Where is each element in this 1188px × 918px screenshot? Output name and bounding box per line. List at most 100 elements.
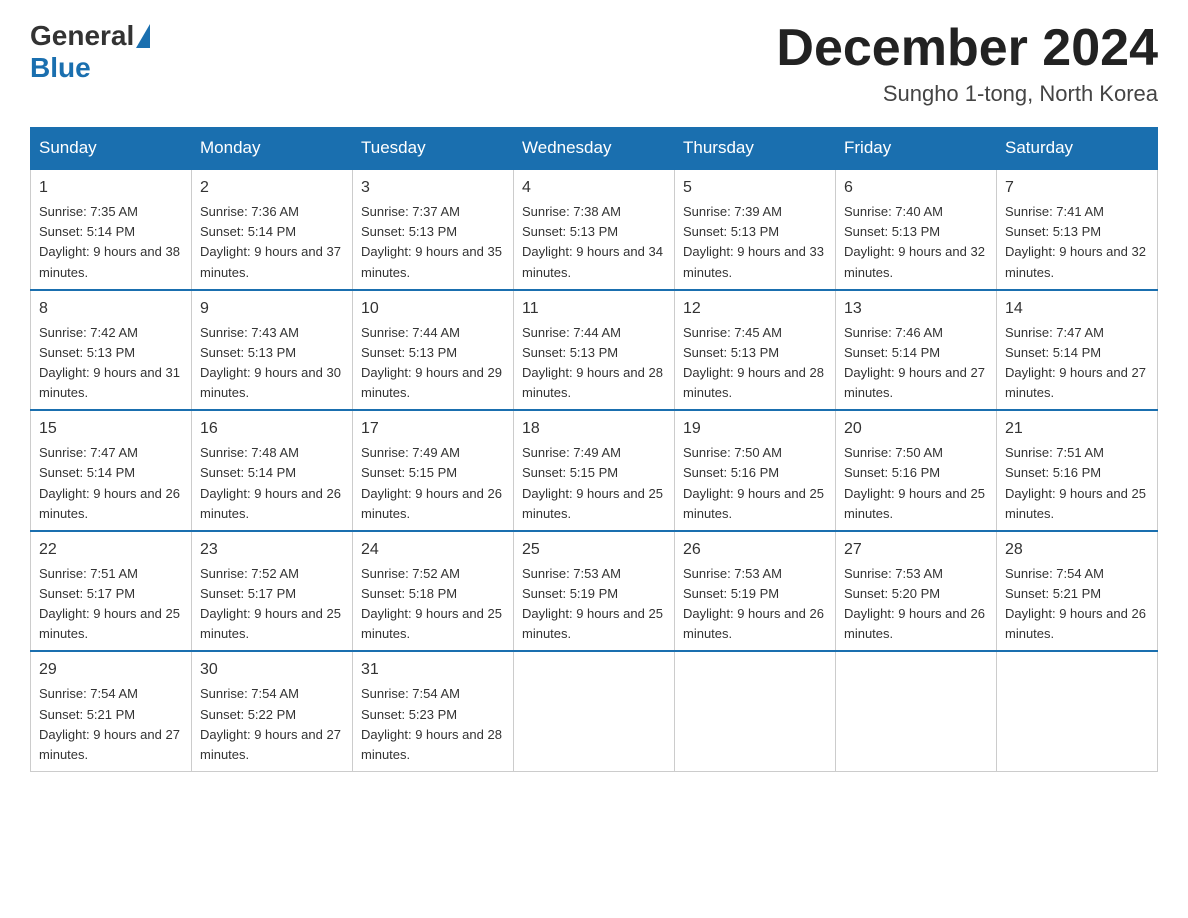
day-number: 31 (361, 658, 505, 682)
week-row-5: 29 Sunrise: 7:54 AMSunset: 5:21 PMDayligh… (31, 651, 1158, 771)
table-row: 22 Sunrise: 7:51 AMSunset: 5:17 PMDayligh… (31, 531, 192, 652)
day-number: 12 (683, 297, 827, 321)
cell-content: Sunrise: 7:53 AMSunset: 5:19 PMDaylight:… (683, 566, 824, 641)
day-number: 13 (844, 297, 988, 321)
logo: General Blue (30, 20, 152, 84)
cell-content: Sunrise: 7:41 AMSunset: 5:13 PMDaylight:… (1005, 204, 1146, 279)
day-number: 5 (683, 176, 827, 200)
cell-content: Sunrise: 7:38 AMSunset: 5:13 PMDaylight:… (522, 204, 663, 279)
day-number: 14 (1005, 297, 1149, 321)
table-row: 24Sunrise: 7:52 AMSunset: 5:18 PMDayligh… (353, 531, 514, 652)
day-number: 15 (39, 417, 183, 441)
cell-content: Sunrise: 7:44 AMSunset: 5:13 PMDaylight:… (522, 325, 663, 400)
calendar-header: SundayMondayTuesdayWednesdayThursdayFrid… (31, 128, 1158, 170)
cell-content: Sunrise: 7:42 AMSunset: 5:13 PMDaylight:… (39, 325, 180, 400)
cell-content: Sunrise: 7:53 AMSunset: 5:20 PMDaylight:… (844, 566, 985, 641)
table-row (997, 651, 1158, 771)
table-row: 9 Sunrise: 7:43 AMSunset: 5:13 PMDaylight… (192, 290, 353, 411)
cell-content: Sunrise: 7:48 AMSunset: 5:14 PMDaylight:… (200, 445, 341, 520)
cell-content: Sunrise: 7:51 AMSunset: 5:16 PMDaylight:… (1005, 445, 1146, 520)
cell-content: Sunrise: 7:51 AMSunset: 5:17 PMDaylight:… (39, 566, 180, 641)
cell-content: Sunrise: 7:47 AMSunset: 5:14 PMDaylight:… (39, 445, 180, 520)
calendar-body: 1 Sunrise: 7:35 AMSunset: 5:14 PMDaylight… (31, 169, 1158, 771)
cell-content: Sunrise: 7:37 AMSunset: 5:13 PMDaylight:… (361, 204, 502, 279)
day-number: 2 (200, 176, 344, 200)
week-row-2: 8 Sunrise: 7:42 AMSunset: 5:13 PMDaylight… (31, 290, 1158, 411)
header-row: SundayMondayTuesdayWednesdayThursdayFrid… (31, 128, 1158, 170)
logo-blue-text: Blue (30, 52, 91, 84)
cell-content: Sunrise: 7:35 AMSunset: 5:14 PMDaylight:… (39, 204, 180, 279)
cell-content: Sunrise: 7:47 AMSunset: 5:14 PMDaylight:… (1005, 325, 1146, 400)
table-row: 19 Sunrise: 7:50 AMSunset: 5:16 PMDayligh… (675, 410, 836, 531)
table-row: 23 Sunrise: 7:52 AMSunset: 5:17 PMDayligh… (192, 531, 353, 652)
day-number: 4 (522, 176, 666, 200)
day-number: 29 (39, 658, 183, 682)
day-number: 28 (1005, 538, 1149, 562)
table-row: 16Sunrise: 7:48 AMSunset: 5:14 PMDayligh… (192, 410, 353, 531)
table-row: 21Sunrise: 7:51 AMSunset: 5:16 PMDayligh… (997, 410, 1158, 531)
cell-content: Sunrise: 7:54 AMSunset: 5:21 PMDaylight:… (1005, 566, 1146, 641)
day-number: 11 (522, 297, 666, 321)
day-number: 19 (683, 417, 827, 441)
day-number: 1 (39, 176, 183, 200)
day-number: 18 (522, 417, 666, 441)
table-row (836, 651, 997, 771)
week-row-4: 22 Sunrise: 7:51 AMSunset: 5:17 PMDayligh… (31, 531, 1158, 652)
page-header: General Blue December 2024 Sungho 1-tong… (30, 20, 1158, 107)
day-number: 26 (683, 538, 827, 562)
table-row: 30Sunrise: 7:54 AMSunset: 5:22 PMDayligh… (192, 651, 353, 771)
cell-content: Sunrise: 7:43 AMSunset: 5:13 PMDaylight:… (200, 325, 341, 400)
cell-content: Sunrise: 7:53 AMSunset: 5:19 PMDaylight:… (522, 566, 663, 641)
day-number: 22 (39, 538, 183, 562)
cell-content: Sunrise: 7:54 AMSunset: 5:22 PMDaylight:… (200, 686, 341, 761)
header-day-tuesday: Tuesday (353, 128, 514, 170)
day-number: 25 (522, 538, 666, 562)
calendar-table: SundayMondayTuesdayWednesdayThursdayFrid… (30, 127, 1158, 772)
header-day-saturday: Saturday (997, 128, 1158, 170)
table-row: 29 Sunrise: 7:54 AMSunset: 5:21 PMDayligh… (31, 651, 192, 771)
table-row: 8 Sunrise: 7:42 AMSunset: 5:13 PMDaylight… (31, 290, 192, 411)
day-number: 23 (200, 538, 344, 562)
header-day-wednesday: Wednesday (514, 128, 675, 170)
cell-content: Sunrise: 7:40 AMSunset: 5:13 PMDaylight:… (844, 204, 985, 279)
table-row: 13 Sunrise: 7:46 AMSunset: 5:14 PMDayligh… (836, 290, 997, 411)
table-row (675, 651, 836, 771)
location-title: Sungho 1-tong, North Korea (776, 81, 1158, 107)
table-row: 2Sunrise: 7:36 AMSunset: 5:14 PMDaylight… (192, 169, 353, 290)
cell-content: Sunrise: 7:54 AMSunset: 5:21 PMDaylight:… (39, 686, 180, 761)
week-row-1: 1 Sunrise: 7:35 AMSunset: 5:14 PMDaylight… (31, 169, 1158, 290)
table-row: 14 Sunrise: 7:47 AMSunset: 5:14 PMDayligh… (997, 290, 1158, 411)
table-row: 17Sunrise: 7:49 AMSunset: 5:15 PMDayligh… (353, 410, 514, 531)
day-number: 27 (844, 538, 988, 562)
table-row: 25 Sunrise: 7:53 AMSunset: 5:19 PMDayligh… (514, 531, 675, 652)
table-row: 28 Sunrise: 7:54 AMSunset: 5:21 PMDayligh… (997, 531, 1158, 652)
cell-content: Sunrise: 7:46 AMSunset: 5:14 PMDaylight:… (844, 325, 985, 400)
cell-content: Sunrise: 7:44 AMSunset: 5:13 PMDaylight:… (361, 325, 502, 400)
table-row: 11 Sunrise: 7:44 AMSunset: 5:13 PMDayligh… (514, 290, 675, 411)
title-section: December 2024 Sungho 1-tong, North Korea (776, 20, 1158, 107)
table-row: 27 Sunrise: 7:53 AMSunset: 5:20 PMDayligh… (836, 531, 997, 652)
cell-content: Sunrise: 7:49 AMSunset: 5:15 PMDaylight:… (361, 445, 502, 520)
header-day-sunday: Sunday (31, 128, 192, 170)
table-row: 31 Sunrise: 7:54 AMSunset: 5:23 PMDayligh… (353, 651, 514, 771)
header-day-friday: Friday (836, 128, 997, 170)
cell-content: Sunrise: 7:52 AMSunset: 5:18 PMDaylight:… (361, 566, 502, 641)
cell-content: Sunrise: 7:54 AMSunset: 5:23 PMDaylight:… (361, 686, 502, 761)
day-number: 9 (200, 297, 344, 321)
cell-content: Sunrise: 7:50 AMSunset: 5:16 PMDaylight:… (844, 445, 985, 520)
table-row: 1 Sunrise: 7:35 AMSunset: 5:14 PMDaylight… (31, 169, 192, 290)
table-row: 20 Sunrise: 7:50 AMSunset: 5:16 PMDayligh… (836, 410, 997, 531)
day-number: 20 (844, 417, 988, 441)
week-row-3: 15 Sunrise: 7:47 AMSunset: 5:14 PMDayligh… (31, 410, 1158, 531)
table-row: 10Sunrise: 7:44 AMSunset: 5:13 PMDayligh… (353, 290, 514, 411)
table-row: 7Sunrise: 7:41 AMSunset: 5:13 PMDaylight… (997, 169, 1158, 290)
cell-content: Sunrise: 7:49 AMSunset: 5:15 PMDaylight:… (522, 445, 663, 520)
day-number: 8 (39, 297, 183, 321)
cell-content: Sunrise: 7:45 AMSunset: 5:13 PMDaylight:… (683, 325, 824, 400)
table-row: 26 Sunrise: 7:53 AMSunset: 5:19 PMDayligh… (675, 531, 836, 652)
cell-content: Sunrise: 7:50 AMSunset: 5:16 PMDaylight:… (683, 445, 824, 520)
table-row: 3Sunrise: 7:37 AMSunset: 5:13 PMDaylight… (353, 169, 514, 290)
cell-content: Sunrise: 7:39 AMSunset: 5:13 PMDaylight:… (683, 204, 824, 279)
table-row: 4 Sunrise: 7:38 AMSunset: 5:13 PMDaylight… (514, 169, 675, 290)
cell-content: Sunrise: 7:52 AMSunset: 5:17 PMDaylight:… (200, 566, 341, 641)
